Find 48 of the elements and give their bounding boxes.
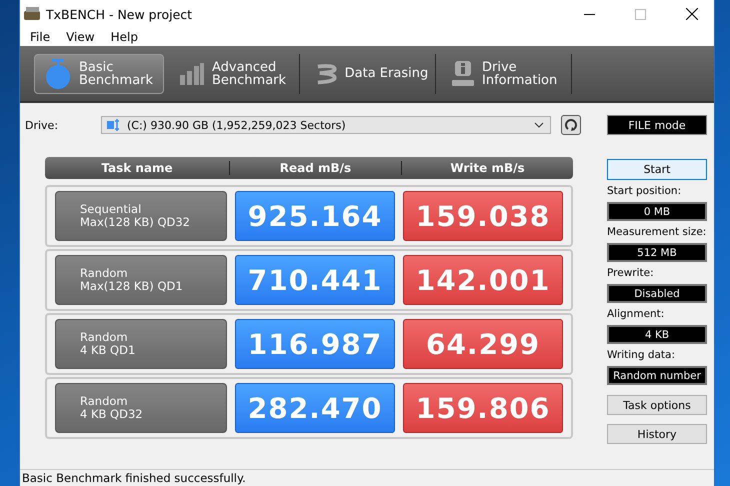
info-icon	[452, 60, 474, 86]
toolbar-tab[interactable]: Advanced Benchmark	[170, 54, 300, 94]
read-speed: 282.470	[235, 383, 395, 433]
setting-label: Measurement size:	[607, 226, 707, 240]
column-header: Read mB/s	[230, 161, 402, 175]
toolbar-tab[interactable]: Basic Benchmark	[34, 54, 164, 94]
status-bar: Basic Benchmark finished successfully.	[20, 469, 714, 486]
setting-label: Prewrite:	[607, 267, 655, 281]
read-speed: 116.987	[235, 319, 395, 369]
task-button[interactable]: Sequential Max(128 KB) QD32	[55, 191, 227, 241]
menu-item[interactable]: Help	[102, 30, 146, 44]
bar-chart-icon	[180, 62, 204, 84]
start-button[interactable]: Start	[607, 159, 707, 180]
option-button[interactable]: Task options	[607, 395, 707, 415]
window-title: TxBENCH - New project	[46, 6, 194, 22]
write-speed: 159.806	[403, 383, 563, 433]
column-header: Task name	[45, 161, 230, 175]
setting-value: 512 MB	[607, 243, 707, 262]
caret-icon	[534, 122, 544, 128]
write-speed: 142.001	[403, 255, 563, 305]
menu-item[interactable]: File	[22, 30, 58, 44]
mode-indicator: FILE mode	[607, 115, 707, 135]
task-button[interactable]: Random 4 KB QD1	[55, 319, 227, 369]
option-button[interactable]: History	[607, 424, 707, 444]
setting-label: Writing data:	[607, 349, 676, 363]
task-button[interactable]: Random 4 KB QD32	[55, 383, 227, 433]
write-speed: 159.038	[403, 191, 563, 241]
refresh-button[interactable]	[561, 115, 581, 135]
setting-value: 0 MB	[607, 202, 707, 221]
setting-label: Alignment:	[607, 308, 666, 322]
setting-value: Random number	[607, 366, 707, 385]
read-speed: 710.441	[235, 255, 395, 305]
menu-item[interactable]: View	[58, 30, 103, 44]
stopwatch-icon	[45, 58, 71, 88]
toolbar-tab[interactable]: Drive Information	[442, 54, 572, 94]
setting-value: 4 KB	[607, 325, 707, 344]
toolbar-tab[interactable]: Data Erasing	[306, 54, 436, 94]
column-header: Write mB/s	[449, 161, 526, 175]
drive-label: Drive:	[25, 118, 60, 132]
spring-icon	[316, 62, 337, 84]
setting-value: Disabled	[607, 284, 707, 303]
app-icon	[24, 7, 40, 21]
write-speed: 64.299	[403, 319, 563, 369]
read-speed: 925.164	[235, 191, 395, 241]
setting-label: Start position:	[607, 185, 682, 199]
drive-dropdown[interactable]: (C:) 930.90 GB (1,952,259,023 Sectors)	[101, 116, 551, 134]
task-button[interactable]: Random Max(128 KB) QD1	[55, 255, 227, 305]
drive-icon	[106, 119, 122, 131]
